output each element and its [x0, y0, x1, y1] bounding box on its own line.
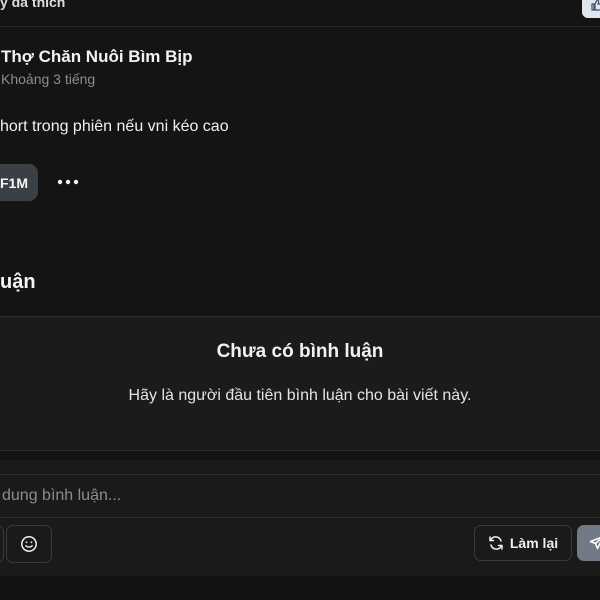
comments-section-title: uận — [0, 271, 36, 293]
post-time: Khoảng 3 tiếng — [1, 71, 96, 87]
empty-comments-title: Chưa có bình luận — [216, 341, 384, 362]
send-button[interactable] — [577, 525, 600, 561]
post-content: hort trong phiên nếu vni kéo cao — [0, 118, 229, 135]
ticker-tag-label: F1M — [0, 174, 28, 191]
reset-button[interactable]: Làm lại — [474, 525, 572, 561]
smile-icon — [21, 536, 37, 552]
more-options-button[interactable] — [55, 170, 81, 194]
bottom-strip — [0, 576, 600, 600]
like-button[interactable] — [582, 0, 600, 18]
thumb-icon — [591, 0, 600, 11]
empty-comments-panel — [0, 316, 600, 451]
attach-button[interactable] — [0, 525, 4, 563]
refresh-icon — [489, 536, 503, 550]
more-horizontal-icon — [57, 179, 79, 185]
ticker-tag[interactable]: F1M — [0, 164, 38, 201]
emoji-button[interactable] — [6, 525, 52, 563]
liked-status-text: y đã thích — [0, 0, 66, 10]
reset-button-label: Làm lại — [509, 535, 559, 551]
empty-comments-subtitle: Hãy là người đầu tiên bình luận cho bài … — [128, 387, 472, 404]
header-divider — [0, 26, 600, 27]
send-icon — [589, 537, 600, 550]
author-name[interactable]: Thợ Chăn Nuôi Bìm Bịp — [1, 47, 193, 67]
comment-input[interactable] — [0, 474, 600, 518]
